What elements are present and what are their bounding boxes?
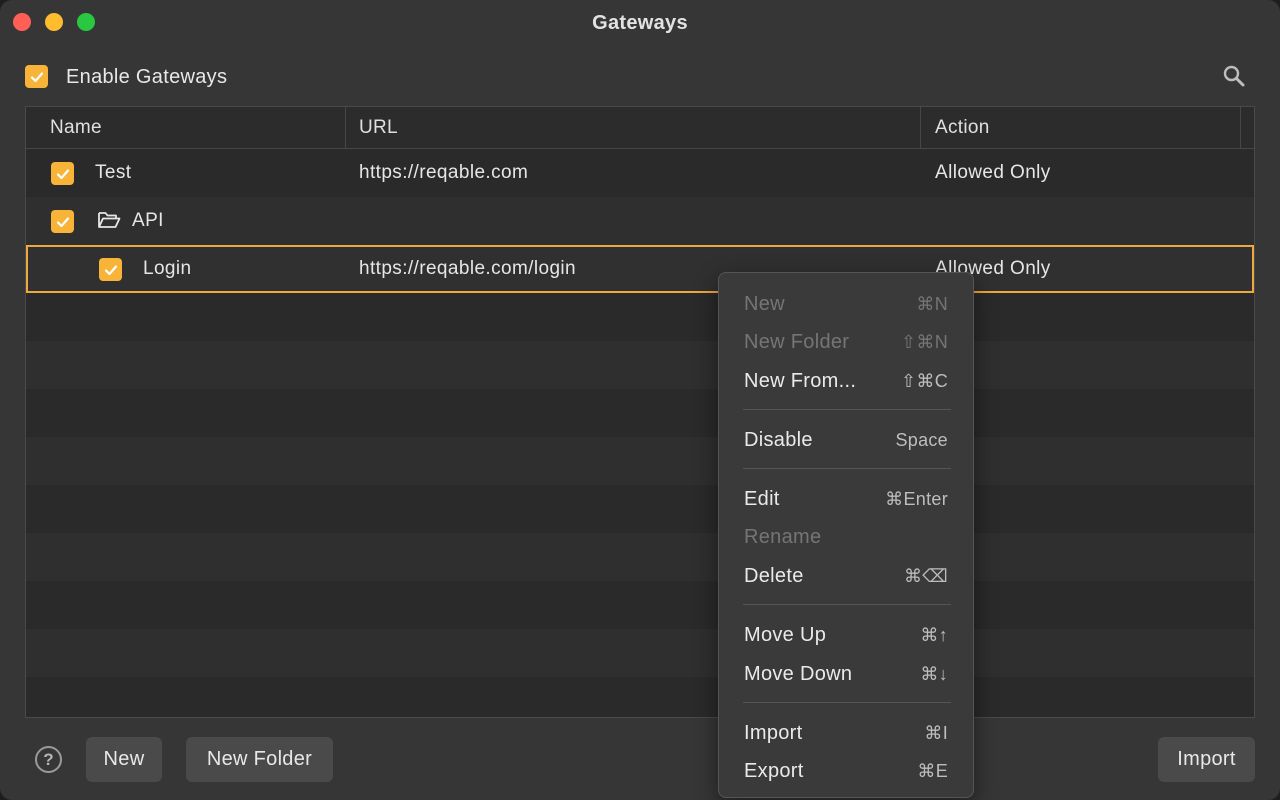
column-divider[interactable] — [920, 107, 921, 149]
table-header: Name URL Action — [26, 107, 1254, 149]
row-action: Allowed Only — [935, 162, 1051, 183]
help-button[interactable]: ? — [35, 746, 62, 773]
menu-item-shortcut: ⌘↑ — [920, 625, 948, 645]
row-url: https://reqable.com/login — [359, 258, 577, 279]
table-row[interactable]: Test https://reqable.com Allowed Only — [26, 149, 1254, 197]
empty-row — [26, 341, 1254, 389]
menu-item-label: Delete — [744, 565, 804, 587]
empty-row — [26, 293, 1254, 341]
menu-item-move-down[interactable]: Move Down ⌘↓ — [719, 654, 973, 692]
menu-item-label: Export — [744, 760, 804, 782]
menu-item-label: Import — [744, 722, 803, 744]
new-button[interactable]: New — [86, 737, 162, 782]
menu-item-label: Move Up — [744, 624, 827, 646]
column-header-action[interactable]: Action — [935, 107, 990, 149]
checkmark-icon — [56, 216, 69, 227]
column-header-name[interactable]: Name — [50, 107, 102, 149]
gateways-table: Name URL Action Test https://reqable.com… — [25, 106, 1255, 718]
search-button[interactable] — [1220, 60, 1248, 92]
import-button[interactable]: Import — [1158, 737, 1255, 782]
table-row[interactable]: API — [26, 197, 1254, 245]
empty-row — [26, 629, 1254, 677]
empty-row — [26, 581, 1254, 629]
menu-item-new[interactable]: New ⌘N — [719, 284, 973, 322]
footer-bar: ? New New Folder Import — [0, 725, 1280, 795]
menu-item-label: New — [744, 293, 785, 315]
row-name: API — [132, 210, 164, 231]
row-url: https://reqable.com — [359, 162, 529, 183]
menu-item-shortcut: ⌘E — [917, 761, 948, 781]
menu-item-shortcut: Space — [895, 430, 948, 450]
enable-gateways-row: Enable Gateways — [0, 60, 1280, 96]
menu-item-label: Rename — [744, 526, 822, 548]
menu-item-shortcut: ⇧⌘N — [901, 332, 948, 352]
column-header-url[interactable]: URL — [359, 107, 398, 149]
column-divider[interactable] — [345, 107, 346, 149]
menu-item-move-up[interactable]: Move Up ⌘↑ — [719, 615, 973, 653]
enable-gateways-checkbox[interactable] — [25, 65, 48, 88]
empty-row — [26, 485, 1254, 533]
search-icon — [1223, 65, 1245, 87]
empty-row — [26, 677, 1254, 717]
empty-row — [26, 437, 1254, 485]
row-name: Test — [95, 162, 132, 183]
menu-item-edit[interactable]: Edit ⌘Enter — [719, 479, 973, 517]
checkmark-icon — [30, 71, 43, 82]
menu-item-rename[interactable]: Rename — [719, 517, 973, 555]
empty-row — [26, 533, 1254, 581]
title-bar: Gateways — [0, 0, 1280, 48]
menu-item-shortcut: ⌘↓ — [920, 664, 948, 684]
empty-row — [26, 389, 1254, 437]
window-title: Gateways — [592, 12, 688, 34]
column-divider[interactable] — [1240, 107, 1241, 149]
gateways-window: Gateways Enable Gateways Name URL Action — [0, 0, 1280, 800]
context-menu: New ⌘N New Folder ⇧⌘N New From... ⇧⌘C Di… — [718, 272, 974, 798]
menu-item-new-folder[interactable]: New Folder ⇧⌘N — [719, 322, 973, 360]
menu-separator — [743, 409, 951, 410]
menu-item-label: New Folder — [744, 331, 850, 353]
menu-item-label: Edit — [744, 488, 780, 510]
checkmark-icon — [56, 168, 69, 179]
new-folder-button[interactable]: New Folder — [186, 737, 333, 782]
menu-item-shortcut: ⌘I — [924, 723, 948, 743]
menu-item-export[interactable]: Export ⌘E — [719, 751, 973, 789]
menu-item-shortcut: ⇧⌘C — [901, 371, 948, 391]
menu-item-import[interactable]: Import ⌘I — [719, 713, 973, 751]
menu-separator — [743, 468, 951, 469]
table-row-selected[interactable]: Login https://reqable.com/login Allowed … — [26, 245, 1254, 293]
menu-item-shortcut: ⌘N — [916, 294, 948, 314]
menu-item-delete[interactable]: Delete ⌘⌫ — [719, 556, 973, 594]
menu-separator — [743, 604, 951, 605]
enable-gateways-label: Enable Gateways — [66, 66, 228, 88]
menu-item-label: New From... — [744, 370, 857, 392]
menu-item-label: Move Down — [744, 663, 853, 685]
row-enabled-checkbox[interactable] — [51, 210, 74, 233]
checkmark-icon — [104, 264, 117, 275]
row-enabled-checkbox[interactable] — [51, 162, 74, 185]
folder-open-icon — [98, 212, 121, 228]
menu-item-shortcut: ⌘⌫ — [903, 566, 948, 586]
row-name: Login — [143, 258, 192, 279]
menu-item-disable[interactable]: Disable Space — [719, 420, 973, 458]
menu-separator — [743, 702, 951, 703]
menu-item-shortcut: ⌘Enter — [885, 489, 948, 509]
row-enabled-checkbox[interactable] — [99, 258, 122, 281]
menu-item-new-from[interactable]: New From... ⇧⌘C — [719, 361, 973, 399]
menu-item-label: Disable — [744, 429, 813, 451]
